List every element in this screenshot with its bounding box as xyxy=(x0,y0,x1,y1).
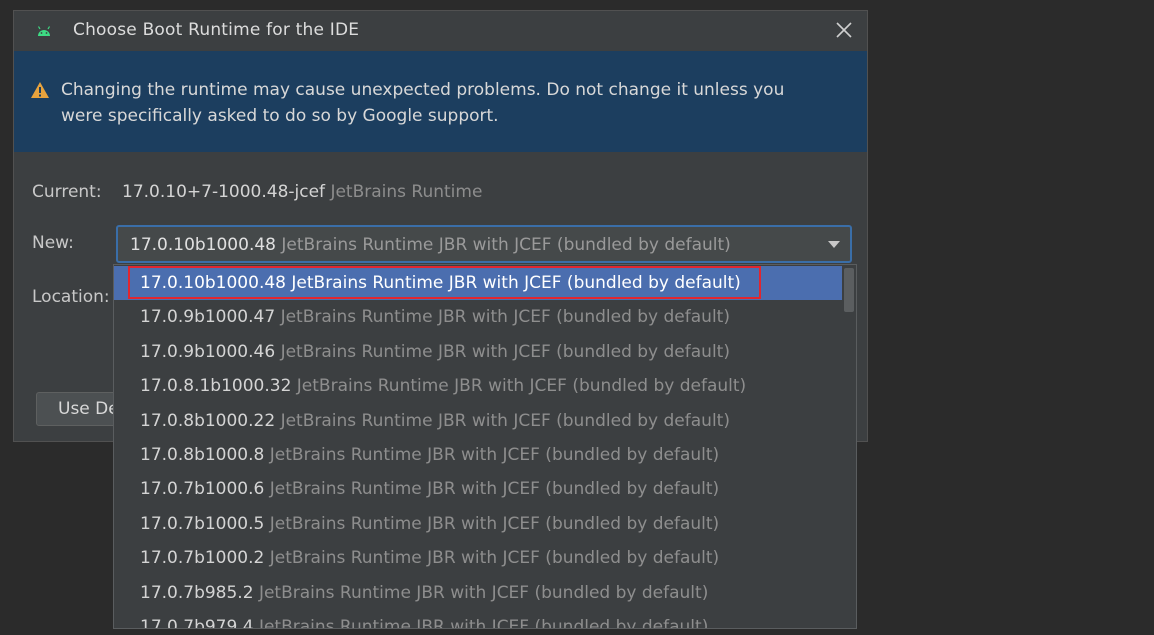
location-label: Location: xyxy=(32,287,110,307)
dropdown-item[interactable]: 17.0.9b1000.47 JetBrains Runtime JBR wit… xyxy=(114,300,842,334)
dropdown-item-version: 17.0.9b1000.47 xyxy=(140,307,276,328)
android-icon xyxy=(37,26,51,36)
dropdown-item-version: 17.0.10b1000.48 xyxy=(140,273,286,293)
dropdown-item-text: 17.0.7b1000.5 JetBrains Runtime JBR with… xyxy=(140,514,719,534)
dropdown-item-text: 17.0.10b1000.48 JetBrains Runtime JBR wi… xyxy=(140,273,741,293)
current-runtime: 17.0.10+7-1000.48-jcef JetBrains Runtime xyxy=(122,182,482,202)
warning-icon xyxy=(31,82,49,98)
dropdown-item[interactable]: 17.0.8.1b1000.32 JetBrains Runtime JBR w… xyxy=(114,369,842,403)
dropdown-item-runtime-name: JetBrains Runtime JBR with JCEF (bundled… xyxy=(280,307,730,328)
dropdown-item-text: 17.0.7b985.2 JetBrains Runtime JBR with … xyxy=(140,583,708,603)
dropdown-item-runtime-name: JetBrains Runtime JBR with JCEF (bundled… xyxy=(269,548,720,569)
dropdown-item-version: 17.0.7b1000.5 xyxy=(140,513,265,534)
dropdown-item-runtime-name: JetBrains Runtime JBR with JCEF (bundled… xyxy=(280,341,730,362)
dropdown-item[interactable]: 17.0.7b979.4 JetBrains Runtime JBR with … xyxy=(114,610,842,629)
dropdown-item[interactable]: 17.0.9b1000.46 JetBrains Runtime JBR wit… xyxy=(114,335,842,369)
dropdown-item-version: 17.0.9b1000.46 xyxy=(140,341,276,362)
dropdown-item-version: 17.0.8.1b1000.32 xyxy=(140,376,292,397)
dropdown-item-version: 17.0.7b1000.6 xyxy=(140,479,265,500)
dropdown-item-text: 17.0.7b1000.2 JetBrains Runtime JBR with… xyxy=(140,548,719,568)
dropdown-item-runtime-name: JetBrains Runtime JBR with JCEF (bundled… xyxy=(291,273,741,293)
dropdown-item-text: 17.0.9b1000.47 JetBrains Runtime JBR wit… xyxy=(140,307,730,327)
dropdown-item[interactable]: 17.0.8b1000.8 JetBrains Runtime JBR with… xyxy=(114,438,842,472)
dropdown-item[interactable]: 17.0.7b985.2 JetBrains Runtime JBR with … xyxy=(114,576,842,610)
dropdown-scrollbar[interactable] xyxy=(842,265,856,628)
new-runtime-combobox[interactable]: 17.0.10b1000.48 JetBrains Runtime JBR wi… xyxy=(116,225,852,263)
dropdown-item-runtime-name: JetBrains Runtime JBR with JCEF (bundled… xyxy=(269,479,720,500)
dropdown-item[interactable]: 17.0.7b1000.6 JetBrains Runtime JBR with… xyxy=(114,472,842,506)
dropdown-item-runtime-name: JetBrains Runtime JBR with JCEF (bundled… xyxy=(296,376,747,397)
dropdown-item[interactable]: 17.0.10b1000.48 JetBrains Runtime JBR wi… xyxy=(114,266,842,300)
dropdown-item-version: 17.0.7b1000.2 xyxy=(140,548,265,569)
close-icon[interactable] xyxy=(833,19,855,41)
current-runtime-name: JetBrains Runtime xyxy=(330,182,483,202)
combobox-version: 17.0.10b1000.48 xyxy=(130,235,276,255)
chevron-down-icon[interactable] xyxy=(828,241,840,248)
dropdown-item-text: 17.0.7b1000.6 JetBrains Runtime JBR with… xyxy=(140,479,719,499)
dropdown-item-runtime-name: JetBrains Runtime JBR with JCEF (bundled… xyxy=(258,582,709,603)
dropdown-item-text: 17.0.9b1000.46 JetBrains Runtime JBR wit… xyxy=(140,342,730,362)
dropdown-item[interactable]: 17.0.7b1000.2 JetBrains Runtime JBR with… xyxy=(114,541,842,575)
dropdown-item-version: 17.0.7b985.2 xyxy=(140,582,254,603)
dropdown-item-runtime-name: JetBrains Runtime JBR with JCEF (bundled… xyxy=(269,445,720,465)
runtime-dropdown-list[interactable]: 17.0.10b1000.48 JetBrains Runtime JBR wi… xyxy=(113,264,857,629)
dropdown-item-runtime-name: JetBrains Runtime JBR with JCEF (bundled… xyxy=(280,410,730,431)
dropdown-item-text: 17.0.8b1000.8 JetBrains Runtime JBR with… xyxy=(140,445,719,465)
dropdown-item-text: 17.0.7b979.4 JetBrains Runtime JBR with … xyxy=(140,617,709,629)
dropdown-item[interactable]: 17.0.7b1000.5 JetBrains Runtime JBR with… xyxy=(114,507,842,541)
dropdown-item-runtime-name: JetBrains Runtime JBR with JCEF (bundled… xyxy=(269,513,720,534)
dropdown-item-text: 17.0.8.1b1000.32 JetBrains Runtime JBR w… xyxy=(140,376,746,396)
warning-banner: Changing the runtime may cause unexpecte… xyxy=(14,51,867,152)
dropdown-item-runtime-name: JetBrains Runtime JBR with JCEF (bundled… xyxy=(258,617,709,629)
new-label: New: xyxy=(32,233,74,253)
dropdown-item[interactable]: 17.0.8b1000.22 JetBrains Runtime JBR wit… xyxy=(114,404,842,438)
warning-text: Changing the runtime may cause unexpecte… xyxy=(61,80,785,126)
dropdown-item-text: 17.0.8b1000.22 JetBrains Runtime JBR wit… xyxy=(140,411,730,431)
dropdown-item-version: 17.0.8b1000.22 xyxy=(140,410,276,431)
current-version: 17.0.10+7-1000.48-jcef xyxy=(122,182,326,202)
current-label: Current: xyxy=(32,182,102,202)
dialog-title: Choose Boot Runtime for the IDE xyxy=(73,20,360,40)
combobox-runtime-name: JetBrains Runtime JBR with JCEF (bundled… xyxy=(281,235,731,255)
dropdown-item-version: 17.0.7b979.4 xyxy=(140,617,254,629)
dialog-titlebar[interactable]: Choose Boot Runtime for the IDE xyxy=(14,11,867,51)
scrollbar-thumb[interactable] xyxy=(844,268,854,312)
dropdown-item-version: 17.0.8b1000.8 xyxy=(140,445,265,465)
combobox-value: 17.0.10b1000.48 JetBrains Runtime JBR wi… xyxy=(130,235,731,255)
